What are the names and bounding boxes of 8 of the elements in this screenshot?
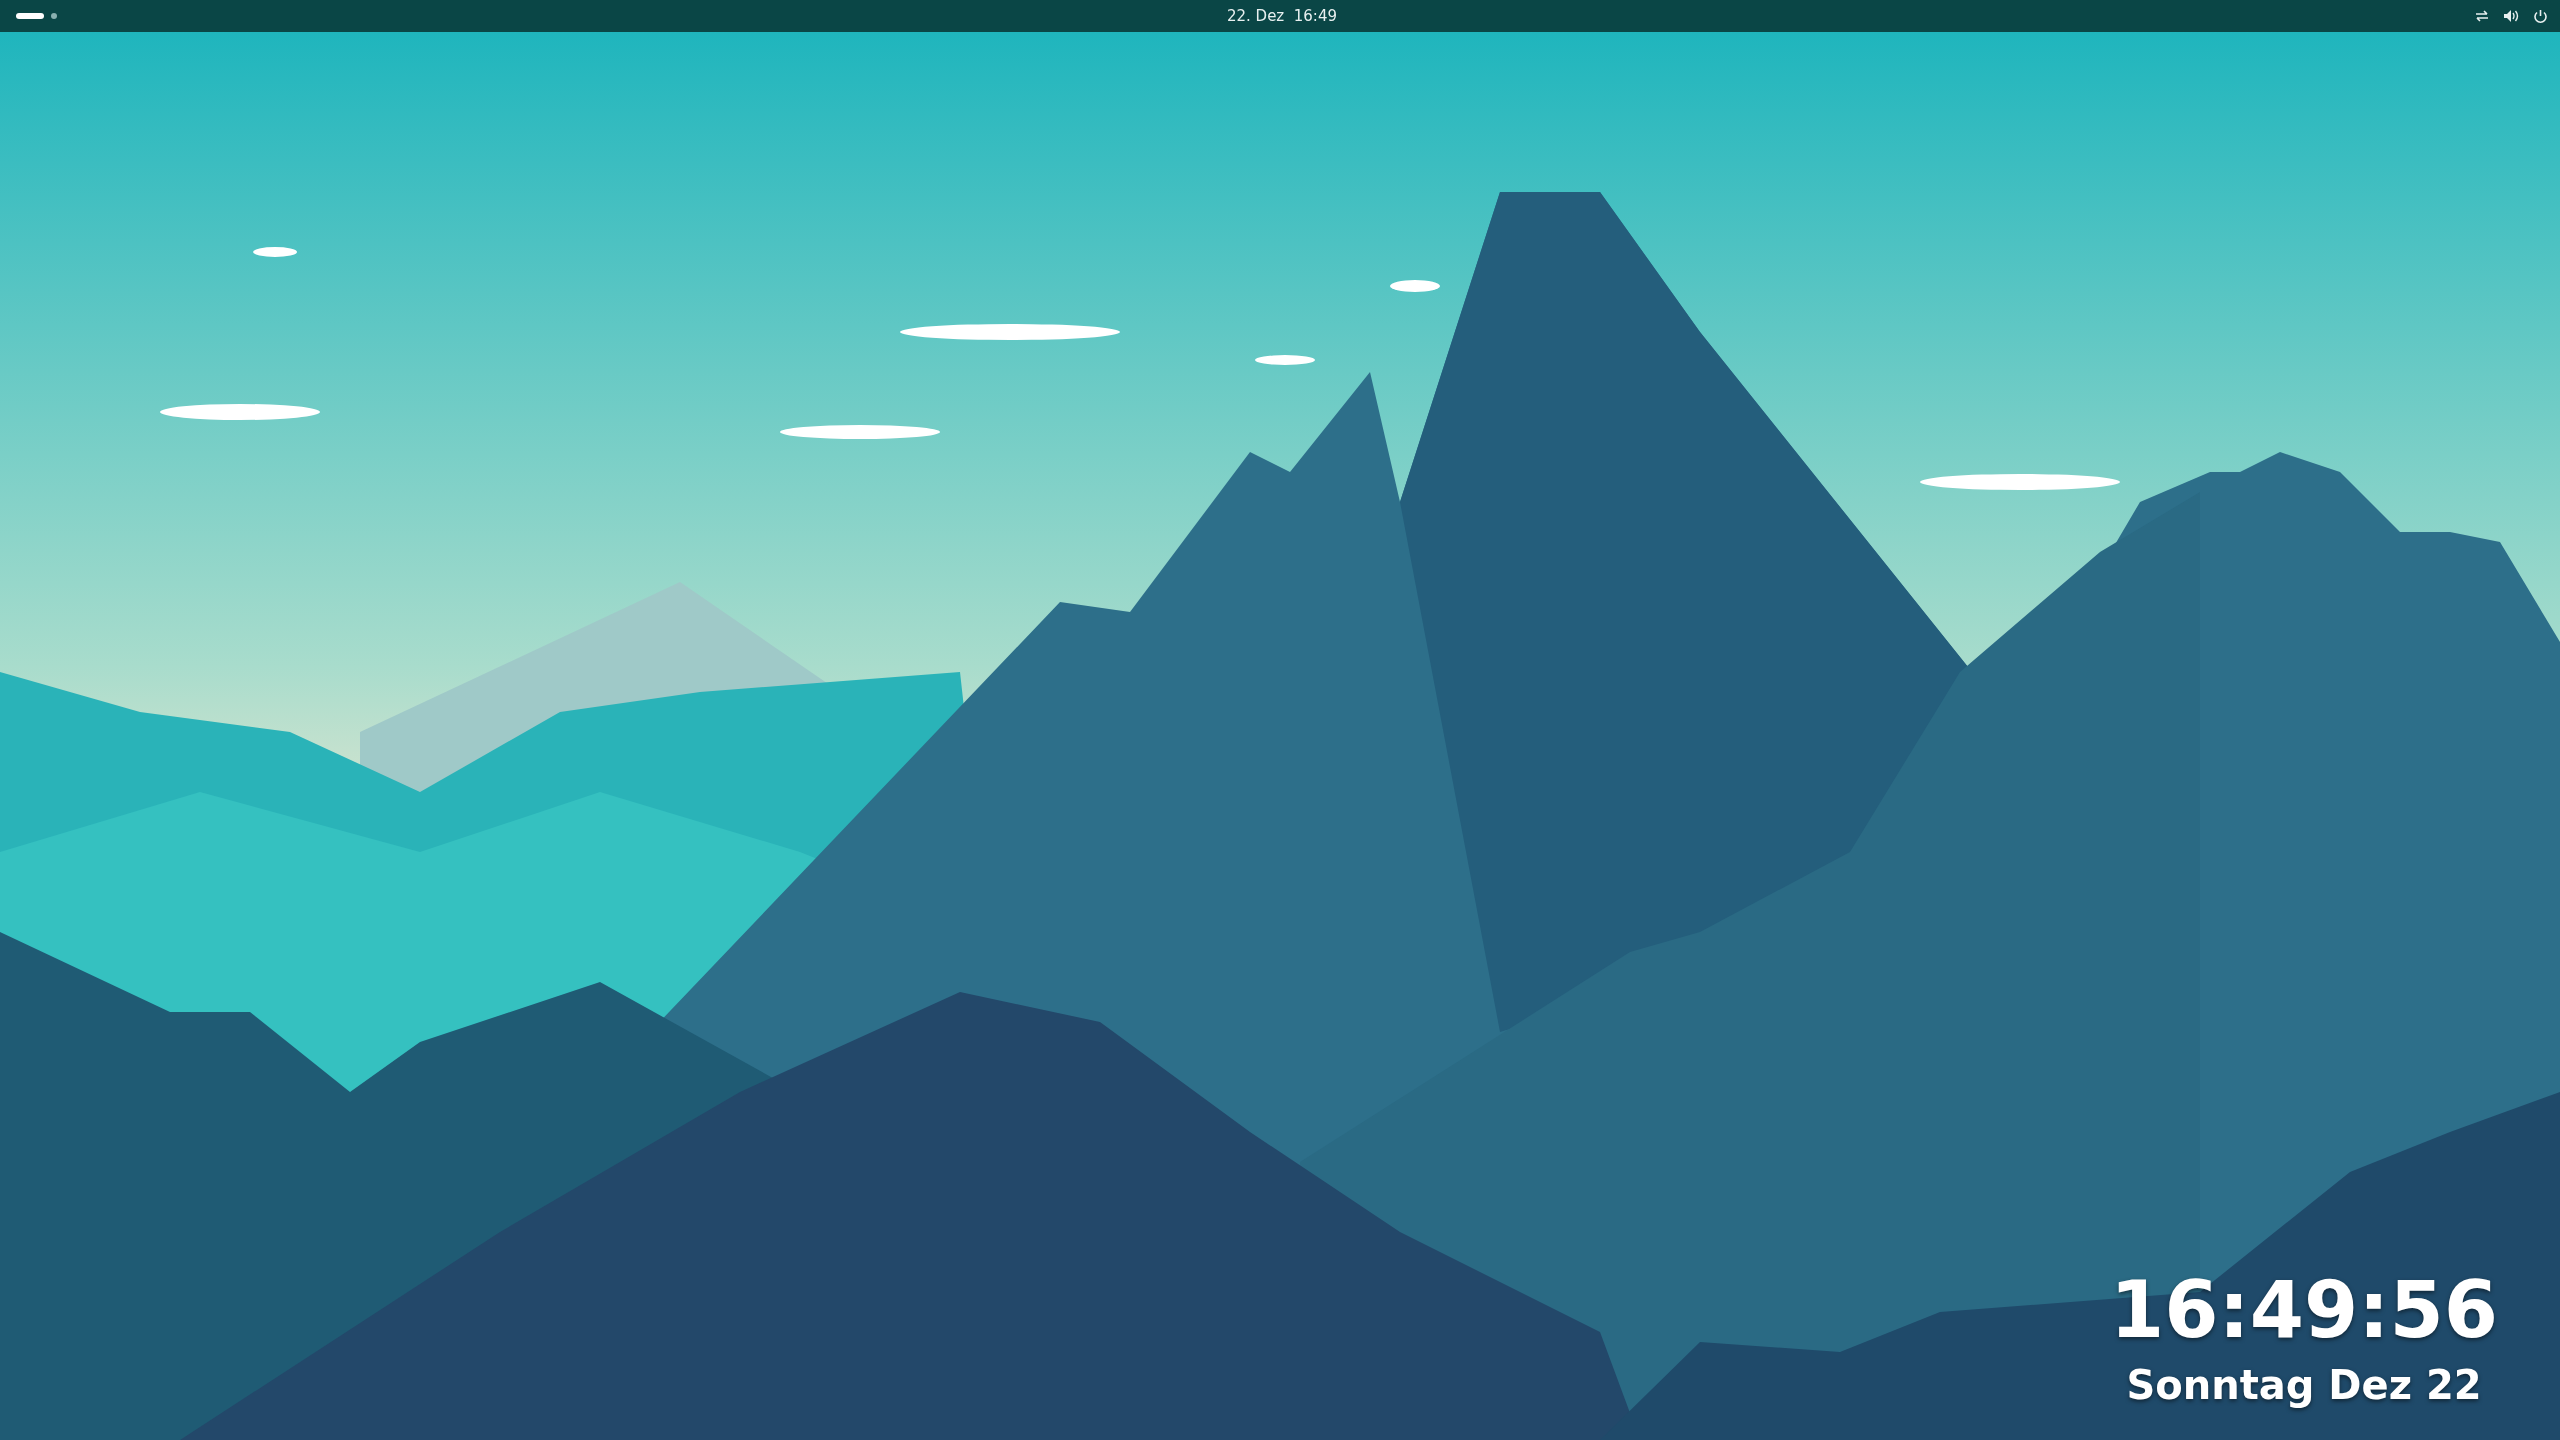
workspace-indicator[interactable] <box>16 13 44 19</box>
clock-date: Sonntag Dez 22 <box>2126 1362 2482 1408</box>
date-time-label[interactable]: 22. Dez 16:49 <box>1226 7 1337 25</box>
workspace-indicator[interactable] <box>51 13 57 19</box>
network-arrows-icon[interactable] <box>2474 9 2490 23</box>
power-icon[interactable] <box>2533 8 2548 24</box>
volume-icon[interactable] <box>2503 9 2520 23</box>
clock-time: 16:49:56 <box>2109 1268 2498 1354</box>
